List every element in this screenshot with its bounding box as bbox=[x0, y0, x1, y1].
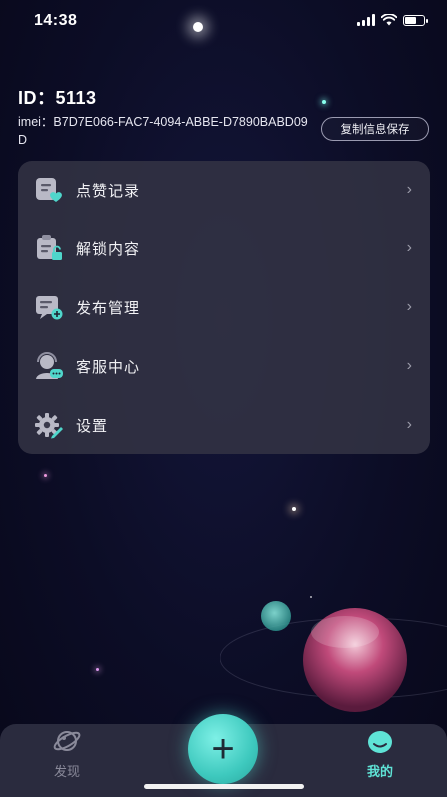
wifi-icon bbox=[381, 14, 397, 26]
chevron-right-icon: › bbox=[406, 357, 412, 374]
menu-item-label: 客服中心 bbox=[76, 358, 141, 376]
star-decoration bbox=[44, 474, 47, 477]
plus-icon: + bbox=[211, 727, 235, 771]
star-decoration bbox=[96, 668, 99, 671]
menu-item-label: 点赞记录 bbox=[76, 182, 141, 200]
like-record-icon bbox=[36, 178, 62, 202]
copy-info-button[interactable]: 复制信息保存 bbox=[321, 117, 429, 141]
menu-item-customer-service[interactable]: 客服中心 › bbox=[18, 337, 430, 395]
chevron-right-icon: › bbox=[406, 298, 412, 315]
menu-item-label: 设置 bbox=[76, 417, 109, 435]
chevron-right-icon: › bbox=[406, 239, 412, 256]
settings-icon bbox=[35, 413, 63, 439]
imei-text: imei：B7D7E066-FAC7-4094-ABBE-D7890BABD09… bbox=[18, 115, 308, 147]
menu-item-like-record[interactable]: 点赞记录 › bbox=[18, 161, 430, 219]
unlock-content-icon bbox=[37, 235, 62, 260]
menu-item-label: 发布管理 bbox=[76, 299, 141, 317]
battery-icon bbox=[403, 14, 428, 26]
status-bar: 14:38 bbox=[0, 0, 447, 44]
planet-tab-icon bbox=[53, 731, 81, 751]
tab-discover[interactable]: 发现 bbox=[27, 728, 107, 780]
menu-item-settings[interactable]: 设置 › bbox=[18, 396, 430, 454]
signal-icon bbox=[357, 14, 375, 26]
chevron-right-icon: › bbox=[406, 416, 412, 433]
menu-card: 点赞记录 › 解锁内容 › 发布管理 › 客服中心 › 设置 › bbox=[18, 161, 430, 454]
chevron-right-icon: › bbox=[406, 181, 412, 198]
star-decoration bbox=[292, 507, 296, 511]
home-indicator bbox=[144, 784, 304, 789]
mine-tab-icon bbox=[368, 731, 392, 753]
menu-item-label: 解锁内容 bbox=[76, 240, 141, 258]
user-id: ID：5113 bbox=[18, 88, 97, 108]
add-button[interactable]: + bbox=[188, 714, 258, 784]
tab-mine[interactable]: 我的 bbox=[340, 728, 420, 780]
tab-discover-label: 发现 bbox=[53, 764, 80, 779]
status-time: 14:38 bbox=[34, 12, 78, 29]
star-decoration bbox=[322, 100, 326, 104]
status-icons bbox=[357, 14, 428, 26]
menu-item-unlock-content[interactable]: 解锁内容 › bbox=[18, 219, 430, 277]
publish-manage-icon bbox=[36, 296, 63, 320]
tab-mine-label: 我的 bbox=[366, 764, 393, 779]
planet-decoration bbox=[220, 601, 447, 712]
customer-service-icon bbox=[36, 352, 63, 379]
menu-item-publish-manage[interactable]: 发布管理 › bbox=[18, 278, 430, 336]
